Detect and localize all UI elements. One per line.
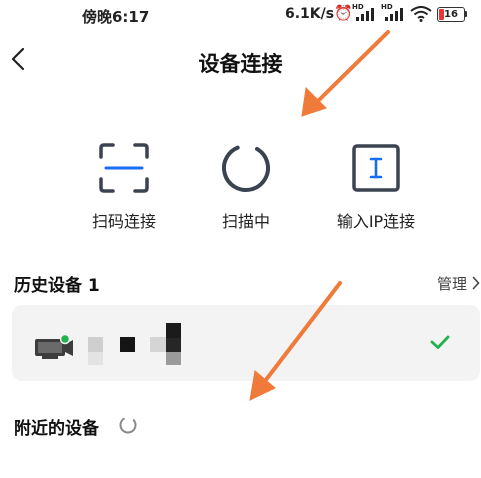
annotation-arrows [249,30,390,401]
